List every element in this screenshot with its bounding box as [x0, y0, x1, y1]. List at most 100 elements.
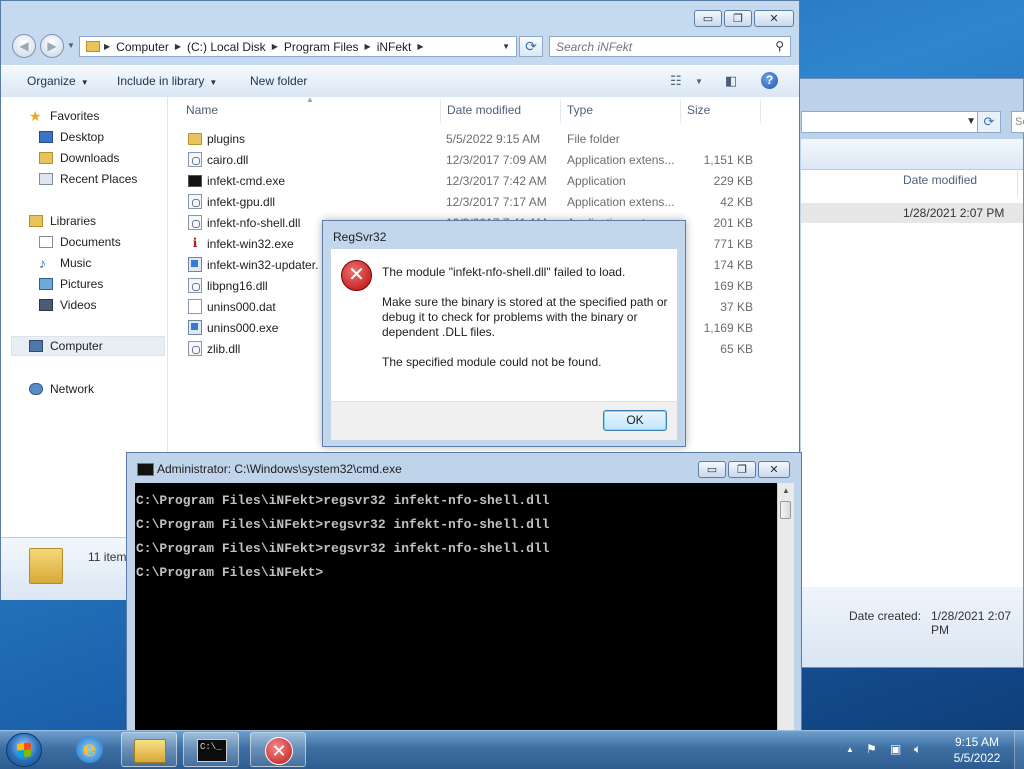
search-input[interactable] [550, 37, 768, 57]
recent-places-icon [39, 173, 53, 185]
exe-file-icon [188, 320, 202, 335]
nav-music[interactable]: ♪ Music [39, 253, 91, 273]
background-toolbar [801, 139, 1023, 170]
taskbar: e C:\_ ✕ ▲ ⚑ ▣ 🔈︎ 9:15 AM 5/5/2022 [0, 730, 1024, 769]
change-view-icon[interactable]: ☷ [670, 73, 682, 89]
file-row[interactable]: cairo.dll 12/3/2017 7:09 AM Application ex… [168, 149, 799, 170]
scroll-thumb[interactable] [780, 501, 791, 519]
taskbar-windows-explorer[interactable] [121, 732, 177, 767]
close-button[interactable]: ✕ [754, 10, 794, 27]
nav-documents[interactable]: Documents [39, 232, 121, 252]
clock[interactable]: 9:15 AM 5/5/2022 [944, 734, 1010, 766]
libraries-icon [29, 215, 43, 227]
recent-pages-chevron-icon[interactable]: ▼ [67, 41, 75, 50]
nav-downloads[interactable]: Downloads [39, 148, 119, 168]
dialog-title: RegSvr32 [333, 230, 387, 244]
taskbar-cmd[interactable]: C:\_ [183, 732, 239, 767]
file-size: 169 KB [713, 279, 753, 293]
column-divider[interactable] [1017, 171, 1018, 197]
taskbar-regsvr32[interactable]: ✕ [250, 732, 306, 767]
column-divider[interactable] [560, 99, 561, 123]
column-date-modified[interactable]: Date modified [447, 103, 521, 117]
nav-network[interactable]: Network [29, 379, 94, 399]
date-created-label: Date created: [849, 609, 922, 623]
breadcrumb-infekt[interactable]: iNFekt [377, 40, 412, 54]
column-divider[interactable] [760, 99, 761, 123]
address-bar[interactable]: ▶ Computer ▶ (C:) Local Disk ▶ Program F… [79, 36, 517, 57]
show-desktop-button[interactable] [1014, 731, 1024, 769]
address-dropdown-icon[interactable]: ▼ [502, 42, 510, 51]
nav-computer[interactable]: Computer [11, 336, 165, 356]
column-name[interactable]: Name [186, 103, 218, 117]
view-options-chevron-icon[interactable]: ▼ [695, 77, 703, 86]
close-button[interactable]: ✕ [758, 461, 790, 478]
nav-pictures[interactable]: Pictures [39, 274, 103, 294]
clock-time: 9:15 AM [954, 735, 1000, 749]
nav-documents-label: Documents [60, 235, 121, 249]
new-folder-button[interactable]: New folder [250, 74, 307, 88]
breadcrumb-program-files[interactable]: Program Files [284, 40, 359, 54]
dialog-message-detail: Make sure the binary is stored at the sp… [382, 295, 668, 339]
organize-label: Organize [27, 74, 76, 88]
breadcrumb-local-disk[interactable]: (C:) Local Disk [187, 40, 266, 54]
search-icon[interactable]: ⚲ [775, 39, 784, 53]
network-status-icon[interactable]: ▣ [890, 742, 901, 756]
file-row[interactable]: plugins 5/5/2022 9:15 AM File folder [168, 128, 799, 149]
column-divider[interactable] [440, 99, 441, 123]
forward-button[interactable]: ▶ [40, 34, 64, 58]
file-row[interactable]: infekt-gpu.dll 12/3/2017 7:17 AM Applicati… [168, 191, 799, 212]
include-in-library-button[interactable]: Include in library ▼ [117, 74, 217, 88]
refresh-button[interactable]: ⟳ [519, 36, 543, 57]
minimize-button[interactable]: ▭ [698, 461, 726, 478]
organize-button[interactable]: Organize ▼ [27, 74, 89, 88]
nav-desktop[interactable]: Desktop [39, 127, 104, 147]
column-size[interactable]: Size [687, 103, 710, 117]
nav-pictures-label: Pictures [60, 277, 104, 291]
background-column-date-modified[interactable]: Date modified [903, 173, 977, 187]
background-address-bar[interactable]: ▼ [801, 111, 983, 133]
breadcrumb-separator-icon[interactable]: ▶ [272, 42, 278, 51]
file-type: Application [567, 174, 626, 188]
breadcrumb-separator-icon[interactable]: ▶ [365, 42, 371, 51]
cmd-window-title: Administrator: C:\Windows\system32\cmd.e… [157, 462, 402, 476]
column-type[interactable]: Type [567, 103, 593, 117]
console-output[interactable]: C:\Program Files\iNFekt>regsvr32 infekt-… [135, 483, 777, 733]
vertical-scrollbar[interactable]: ▲ [777, 483, 794, 733]
breadcrumb-separator-icon[interactable]: ▶ [104, 42, 110, 51]
music-icon: ♪ [39, 255, 46, 271]
file-name: libpng16.dll [207, 279, 268, 293]
scroll-up-icon[interactable]: ▲ [782, 486, 790, 495]
breadcrumb-separator-icon[interactable]: ▶ [175, 42, 181, 51]
dialog-body: ✕ The module "infekt-nfo-shell.dll" fail… [331, 249, 677, 401]
dat-file-icon [188, 299, 202, 314]
taskbar-internet-explorer[interactable]: e [62, 732, 118, 767]
file-size: 42 KB [720, 195, 753, 209]
chevron-down-icon[interactable]: ▼ [966, 116, 976, 127]
ok-button[interactable]: OK [603, 410, 667, 431]
preview-pane-icon[interactable]: ◧ [725, 73, 737, 89]
show-hidden-icons-icon[interactable]: ▲ [846, 745, 854, 754]
action-center-flag-icon[interactable]: ⚑ [866, 742, 877, 756]
help-icon[interactable]: ? [761, 72, 778, 89]
background-search-input[interactable]: Se [1011, 111, 1024, 133]
regsvr32-dialog[interactable]: RegSvr32 ✕ The module "infekt-nfo-shell.… [322, 220, 686, 447]
downloads-icon [39, 152, 53, 164]
maximize-button[interactable]: ❐ [728, 461, 756, 478]
background-explorer-window[interactable]: ▼ ⟳ Se Date modified 1/28/2021 2:07 PM D… [780, 78, 1024, 668]
volume-muted-icon[interactable]: 🔈︎ [914, 742, 921, 757]
minimize-button[interactable]: ▭ [694, 10, 722, 27]
refresh-icon[interactable]: ⟳ [977, 111, 1001, 133]
nav-libraries[interactable]: Libraries [29, 211, 96, 231]
start-button[interactable] [6, 733, 42, 767]
nav-videos[interactable]: Videos [39, 295, 96, 315]
file-row[interactable]: infekt-cmd.exe 12/3/2017 7:42 AM Applicati… [168, 170, 799, 191]
nav-recent-places[interactable]: Recent Places [39, 169, 137, 189]
column-divider[interactable] [680, 99, 681, 123]
breadcrumb-separator-icon[interactable]: ▶ [417, 42, 423, 51]
breadcrumb-computer[interactable]: Computer [116, 40, 169, 54]
maximize-button[interactable]: ❐ [724, 10, 752, 27]
back-button[interactable]: ◀ [12, 34, 36, 58]
cmd-window[interactable]: Administrator: C:\Windows\system32\cmd.e… [126, 452, 802, 733]
search-box[interactable]: ⚲ [549, 36, 791, 57]
nav-favorites[interactable]: ★ Favorites [29, 106, 99, 126]
